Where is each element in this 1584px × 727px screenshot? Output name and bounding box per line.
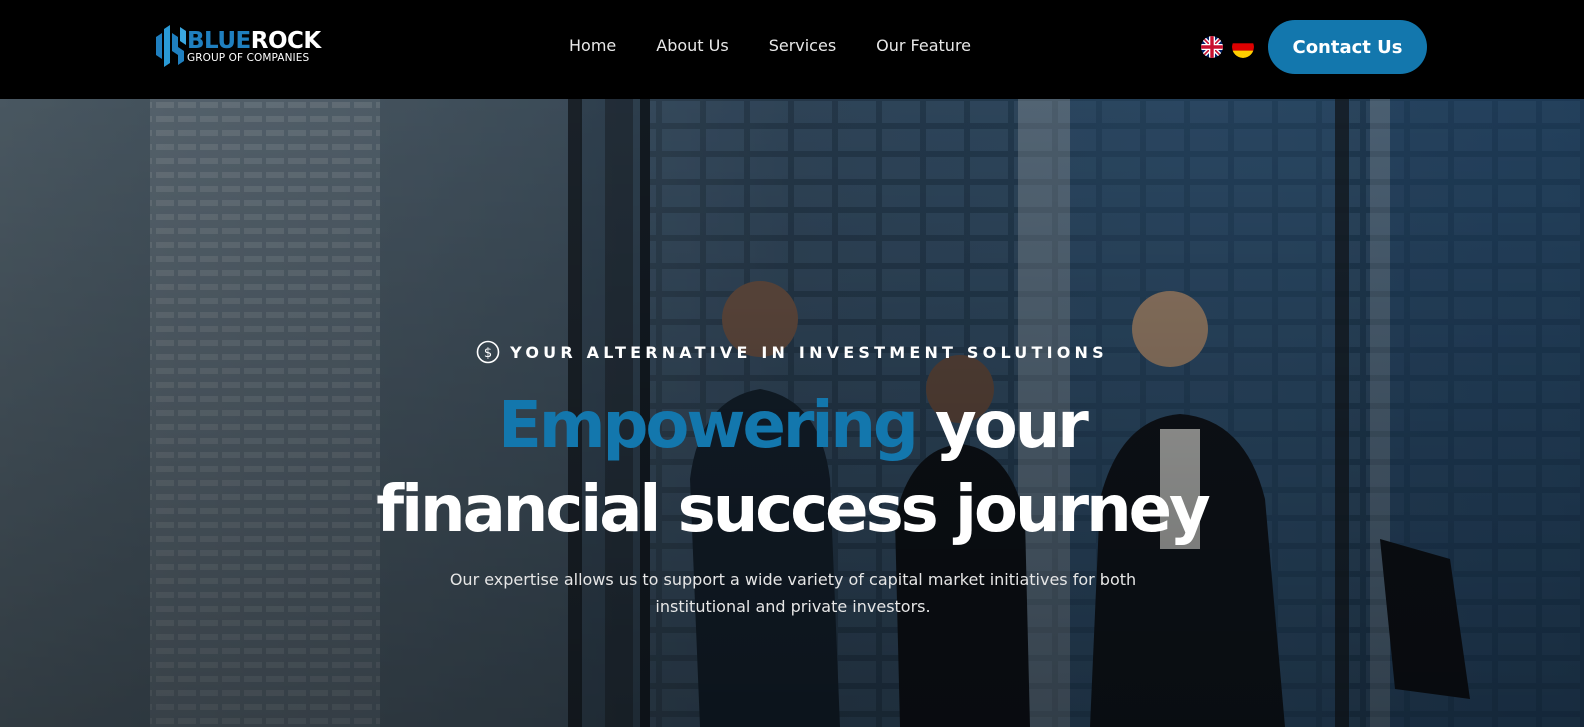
hero-description: Our expertise allows us to support a wid… [449, 570, 1137, 616]
brand-logo[interactable]: BLUEROCK GROUP OF COMPANIES [154, 22, 321, 70]
site-header: BLUEROCK GROUP OF COMPANIES Home About U… [0, 0, 1584, 99]
language-switcher [1201, 36, 1263, 58]
contact-us-button[interactable]: Contact Us [1268, 20, 1427, 74]
headline-line1-rest: your [915, 389, 1089, 463]
nav-item-home[interactable]: Home [569, 36, 616, 55]
german-flag-icon[interactable] [1232, 36, 1254, 58]
nav-item-about-us[interactable]: About Us [656, 36, 728, 55]
bluerock-logo-icon [156, 25, 186, 67]
dollar-circle-icon: $ [476, 340, 500, 364]
hero-section: $ YOUR ALTERNATIVE IN INVESTMENT SOLUTIO… [0, 99, 1584, 727]
uk-flag-icon[interactable] [1201, 36, 1223, 58]
nav-item-services[interactable]: Services [769, 36, 836, 55]
headline-accent: Empowering [498, 389, 919, 463]
hero-eyebrow: $ YOUR ALTERNATIVE IN INVESTMENT SOLUTIO… [0, 340, 1584, 364]
main-nav: Home About Us Services Our Feature [569, 36, 971, 55]
svg-text:$: $ [484, 346, 492, 361]
hero-eyebrow-text: YOUR ALTERNATIVE IN INVESTMENT SOLUTIONS [510, 342, 1108, 362]
headline-line2: financial success journey [376, 473, 1211, 547]
hero-headline: Empowering your financial success journe… [0, 384, 1584, 552]
nav-item-our-feature[interactable]: Our Feature [876, 36, 971, 55]
brand-name: BLUEROCK [187, 28, 321, 55]
brand-tagline: GROUP OF COMPANIES [187, 52, 310, 65]
